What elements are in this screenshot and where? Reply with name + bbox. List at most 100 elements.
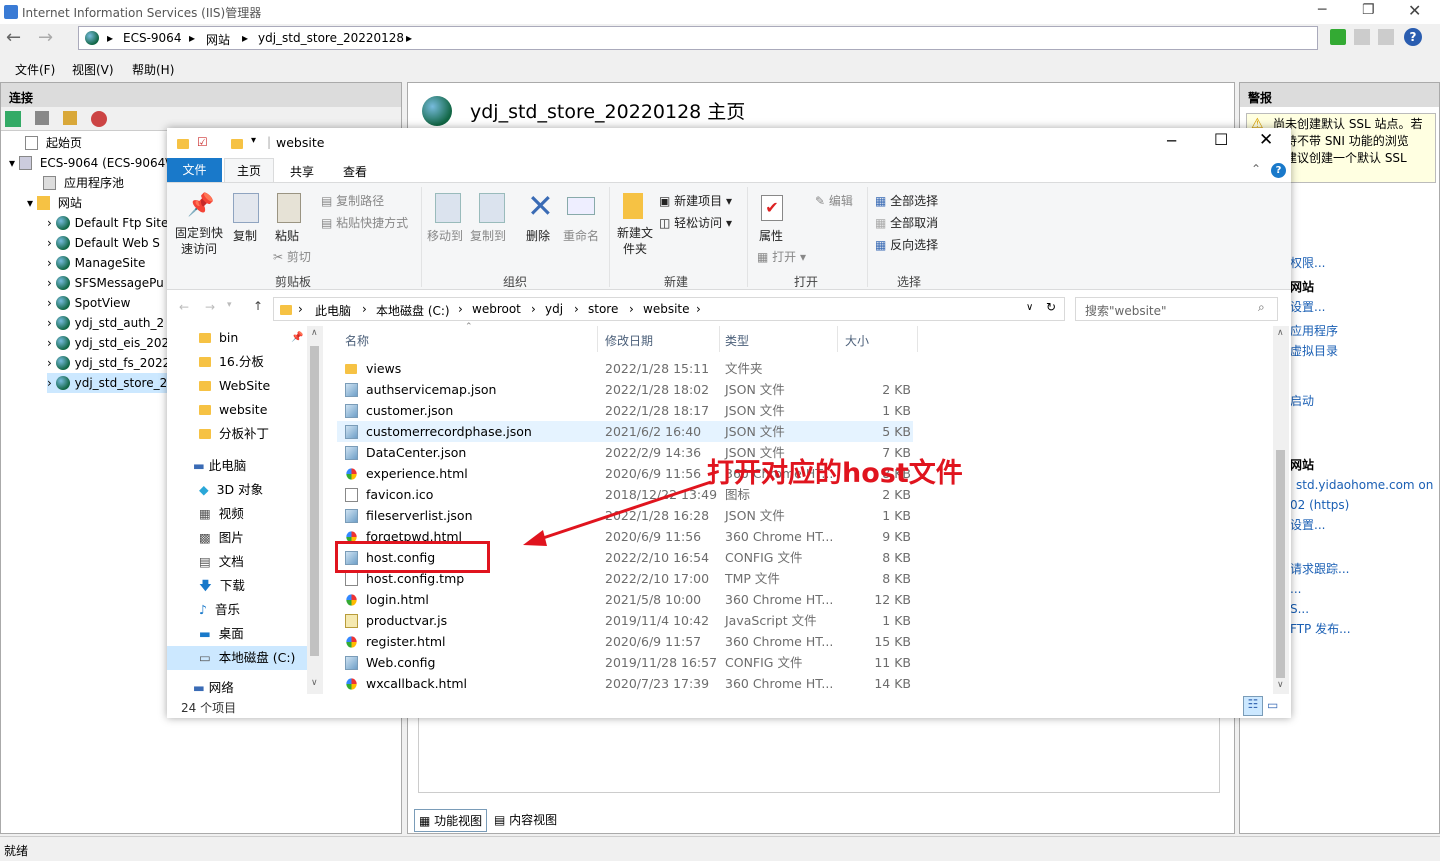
disconnect-icon[interactable] bbox=[91, 111, 107, 127]
forward-arrow-icon[interactable]: → bbox=[38, 27, 53, 48]
maximize-icon[interactable]: ❐ bbox=[1362, 2, 1375, 18]
action-edit-site[interactable]: 设置... bbox=[1290, 297, 1440, 317]
tab-file[interactable]: 文件 bbox=[167, 158, 222, 182]
stop-icon[interactable] bbox=[1354, 29, 1370, 45]
properties-button[interactable]: 属性 bbox=[759, 227, 783, 244]
back-arrow-icon[interactable]: ← bbox=[6, 27, 21, 48]
exp-close-icon[interactable]: ✕ bbox=[1259, 130, 1273, 150]
file-row[interactable]: register.html 2020/6/9 11:57 360 Chrome HT… bbox=[337, 631, 913, 652]
file-row[interactable]: login.html 2021/5/8 10:00 360 Chrome HT...… bbox=[337, 589, 913, 610]
tree-site-managesite[interactable]: › ManageSite bbox=[47, 253, 145, 273]
edit-button[interactable]: ✎ 编辑 bbox=[815, 192, 853, 209]
tree-site-store[interactable]: › ydj_std_store_2 bbox=[47, 373, 168, 393]
path-website[interactable]: website bbox=[643, 302, 690, 316]
action-failed-request-tracing[interactable]: 请求跟踪... bbox=[1290, 559, 1440, 579]
menu-file[interactable]: 文件(F) bbox=[15, 61, 55, 78]
path-webroot[interactable]: webroot bbox=[472, 302, 521, 316]
nav-website[interactable]: website bbox=[199, 398, 267, 422]
file-row[interactable]: authservicemap.json 2022/1/28 18:02 JSON 文… bbox=[337, 379, 913, 400]
column-date[interactable]: 修改日期 bbox=[605, 332, 653, 349]
action-view-vdirs[interactable]: 虚拟目录 bbox=[1290, 341, 1440, 361]
tree-start-page[interactable]: 起始页 bbox=[25, 133, 82, 153]
action-start[interactable]: 启动 bbox=[1290, 391, 1440, 411]
column-name[interactable]: 名称 bbox=[345, 332, 369, 349]
tree-site-ftp[interactable]: › Default Ftp Site bbox=[47, 213, 168, 233]
rename-button[interactable]: 重命名 bbox=[563, 227, 599, 244]
tree-sites[interactable]: ▾ 网站 bbox=[27, 193, 82, 213]
qa-dropdown-icon[interactable]: ▾ bbox=[251, 135, 256, 146]
file-row[interactable]: views 2022/1/28 15:11 文件夹 bbox=[337, 358, 913, 379]
tree-site-fs[interactable]: › ydj_std_fs_2022 bbox=[47, 353, 170, 373]
file-row[interactable]: productvar.js 2019/11/4 10:42 JavaScript 文… bbox=[337, 610, 913, 631]
select-all-button[interactable]: ▦ 全部选择 bbox=[875, 192, 938, 209]
exp-refresh-icon[interactable]: ↻ bbox=[1046, 300, 1056, 314]
file-list-scrollbar[interactable]: ∧ ∨ bbox=[1273, 326, 1289, 694]
recent-locations-icon[interactable]: ▾ bbox=[227, 300, 232, 310]
breadcrumb[interactable]: ▸ ECS-9064 ▸ 网站 ▸ ydj_std_store_20220128… bbox=[78, 26, 1318, 50]
file-row[interactable]: customerrecordphase.json 2021/6/2 16:40 JS… bbox=[337, 421, 913, 442]
nav-documents[interactable]: ▤ 文档 bbox=[199, 550, 244, 574]
action-browse-url[interactable]: std.yidaohome.com on bbox=[1296, 475, 1440, 495]
file-row[interactable]: customer.json 2022/1/28 18:17 JSON 文件 1 KB bbox=[337, 400, 913, 421]
search-icon[interactable]: ⌕ bbox=[1258, 300, 1265, 315]
collapse-ribbon-icon[interactable]: ⌃ bbox=[1251, 162, 1261, 176]
connect-icon[interactable] bbox=[5, 111, 21, 127]
path-ydj[interactable]: ydj bbox=[545, 302, 563, 316]
up-icon[interactable] bbox=[63, 111, 77, 125]
refresh-icon[interactable] bbox=[1330, 29, 1346, 45]
exp-back-icon[interactable]: ← bbox=[179, 300, 189, 314]
menu-help[interactable]: 帮助(H) bbox=[132, 61, 174, 78]
select-none-button[interactable]: ▦ 全部取消 bbox=[875, 214, 938, 231]
nav-pictures[interactable]: ▩ 图片 bbox=[199, 526, 244, 550]
copy-button[interactable]: 复制 bbox=[233, 227, 257, 244]
tab-view[interactable]: 查看 bbox=[343, 163, 367, 180]
open-button[interactable]: ▦ 打开 ▾ bbox=[757, 248, 806, 265]
new-folder-button[interactable]: 新建文件夹 bbox=[615, 225, 655, 257]
tab-home[interactable]: 主页 bbox=[224, 158, 274, 183]
large-icons-view-icon[interactable]: ▭ bbox=[1267, 698, 1278, 712]
action-view-apps[interactable]: 应用程序 bbox=[1290, 321, 1440, 341]
path-this-pc[interactable]: 此电脑 bbox=[315, 302, 351, 319]
move-to-button[interactable]: 移动到 bbox=[427, 227, 463, 244]
help-icon[interactable]: ? bbox=[1404, 28, 1422, 46]
nav-3d-objects[interactable]: ◆ 3D 对象 bbox=[199, 478, 263, 502]
save-icon[interactable] bbox=[35, 111, 49, 125]
close-icon[interactable]: ✕ bbox=[1408, 1, 1421, 20]
pin-quick-access-button[interactable]: 固定到快速访问 bbox=[175, 225, 223, 257]
exp-maximize-icon[interactable]: ☐ bbox=[1214, 130, 1228, 149]
nav-desktop[interactable]: ▬ 桌面 bbox=[199, 622, 244, 646]
nav-this-pc[interactable]: ▬ 此电脑 bbox=[193, 454, 246, 478]
nav-c-drive[interactable]: ▭ 本地磁盘 (C:) bbox=[167, 646, 307, 670]
tree-site-auth[interactable]: › ydj_std_auth_2 bbox=[47, 313, 164, 333]
nav-16-fenban[interactable]: 16.分板 bbox=[199, 350, 264, 374]
exp-forward-icon[interactable]: → bbox=[205, 300, 215, 314]
nav-bin[interactable]: bin bbox=[199, 326, 238, 350]
copy-path-button[interactable]: ▤ 复制路径 bbox=[321, 192, 384, 209]
menu-view[interactable]: 视图(V) bbox=[72, 61, 114, 78]
column-type[interactable]: 类型 bbox=[725, 332, 749, 349]
paste-shortcut-button[interactable]: ▤ 粘贴快捷方式 bbox=[321, 214, 408, 231]
nav-downloads[interactable]: 🡇 下载 bbox=[199, 574, 245, 598]
path-store[interactable]: store bbox=[588, 302, 618, 316]
home-icon[interactable] bbox=[1378, 29, 1394, 45]
tree-server[interactable]: ▾ ECS-9064 (ECS-9064\ bbox=[9, 153, 169, 173]
paste-button[interactable]: 粘贴 bbox=[275, 227, 299, 244]
action-permissions[interactable]: 权限... bbox=[1290, 253, 1440, 273]
tree-site-eis[interactable]: › ydj_std_eis_202 bbox=[47, 333, 169, 353]
breadcrumb-sites[interactable]: 网站 bbox=[206, 31, 230, 48]
tree-app-pools[interactable]: 应用程序池 bbox=[43, 173, 124, 193]
path-c-drive[interactable]: 本地磁盘 (C:) bbox=[376, 302, 450, 319]
new-item-button[interactable]: ▣ 新建项目 ▾ bbox=[659, 192, 732, 209]
tree-site-default-web[interactable]: › Default Web S bbox=[47, 233, 160, 253]
search-input[interactable]: 搜索"website" bbox=[1085, 302, 1167, 319]
nav-website-cap[interactable]: WebSite bbox=[199, 374, 270, 398]
tree-site-sfsmessage[interactable]: › SFSMessagePu bbox=[47, 273, 164, 293]
copy-to-button[interactable]: 复制到 bbox=[470, 227, 506, 244]
tab-content-view[interactable]: ▤ 内容视图 bbox=[494, 811, 557, 828]
easy-access-button[interactable]: ◫ 轻松访问 ▾ bbox=[659, 214, 732, 231]
properties-qa-icon[interactable]: ☑ bbox=[197, 135, 208, 149]
action-advanced-settings[interactable]: 设置... bbox=[1290, 515, 1440, 535]
cut-button[interactable]: ✂ 剪切 bbox=[273, 248, 311, 265]
file-row[interactable]: Web.config 2019/11/28 16:57 CONFIG 文件 11 KB bbox=[337, 652, 913, 673]
breadcrumb-server[interactable]: ECS-9064 bbox=[123, 31, 181, 45]
